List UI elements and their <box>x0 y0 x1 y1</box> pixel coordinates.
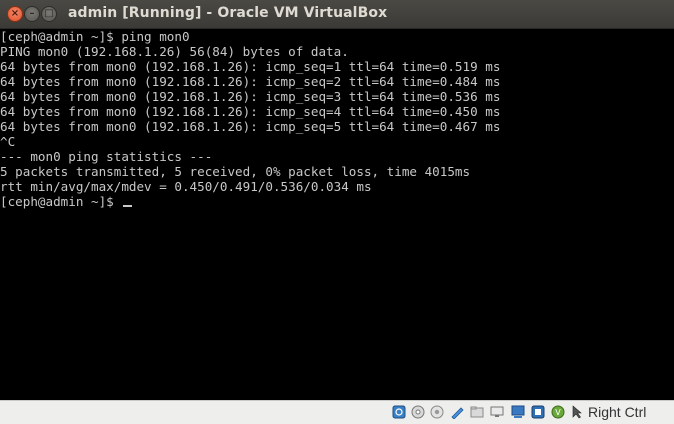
terminal-line: 64 bytes from mon0 (192.168.1.26): icmp_… <box>0 59 501 74</box>
terminal-line: 64 bytes from mon0 (192.168.1.26): icmp_… <box>0 74 501 89</box>
virtualbox-window: × – □ admin [Running] - Oracle VM Virtua… <box>0 0 674 424</box>
status-bar: V Right Ctrl <box>0 400 674 424</box>
prompt-line[interactable]: [ceph@admin ~]$ <box>0 194 674 209</box>
terminal-line: 64 bytes from mon0 (192.168.1.26): icmp_… <box>0 119 501 134</box>
close-icon: × <box>10 8 20 19</box>
title-bar[interactable]: × – □ admin [Running] - Oracle VM Virtua… <box>0 0 674 29</box>
audio-icon[interactable] <box>430 405 444 419</box>
terminal-line: [ceph@admin ~]$ ping mon0 <box>0 29 190 44</box>
close-button[interactable]: × <box>7 6 23 22</box>
network-icon[interactable] <box>511 405 525 419</box>
vm-console[interactable]: [ceph@admin ~]$ ping mon0 PING mon0 (192… <box>0 29 674 400</box>
maximize-icon: □ <box>44 8 54 19</box>
display-icon[interactable] <box>490 405 504 419</box>
terminal-line: 64 bytes from mon0 (192.168.1.26): icmp_… <box>0 104 501 119</box>
optical-drive-icon[interactable] <box>411 405 425 419</box>
shared-folders-icon[interactable] <box>470 405 484 419</box>
terminal-line: rtt min/avg/max/mdev = 0.450/0.491/0.536… <box>0 179 372 194</box>
host-key-label: Right Ctrl <box>588 404 647 420</box>
terminal-line: PING mon0 (192.168.1.26) 56(84) bytes of… <box>0 44 349 59</box>
text-cursor <box>123 205 133 207</box>
window-title: admin [Running] - Oracle VM VirtualBox <box>68 5 388 21</box>
svg-text:V: V <box>555 408 561 417</box>
terminal-line: --- mon0 ping statistics --- <box>0 149 213 164</box>
minimize-icon: – <box>29 8 35 19</box>
usb-icon[interactable] <box>450 405 464 419</box>
terminal-line: 5 packets transmitted, 5 received, 0% pa… <box>0 164 471 179</box>
terminal-line: ^C <box>0 134 16 149</box>
shell-prompt: [ceph@admin ~]$ <box>0 194 122 209</box>
video-capture-icon[interactable] <box>531 405 545 419</box>
mouse-integration-icon[interactable] <box>570 405 584 419</box>
maximize-button[interactable]: □ <box>41 6 57 22</box>
terminal-line: 64 bytes from mon0 (192.168.1.26): icmp_… <box>0 89 501 104</box>
cpu-icon[interactable]: V <box>551 405 565 419</box>
hard-disk-icon[interactable] <box>392 405 406 419</box>
minimize-button[interactable]: – <box>24 6 40 22</box>
